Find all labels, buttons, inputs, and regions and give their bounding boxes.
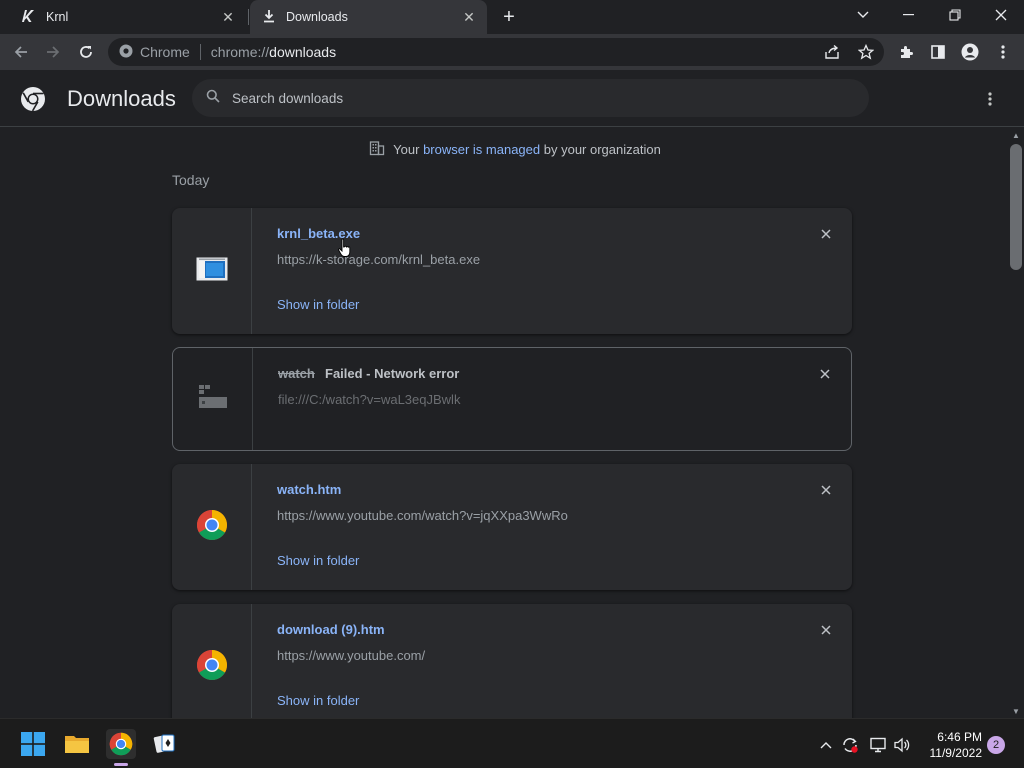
downloads-header: Downloads Search downloads — [0, 70, 1024, 127]
profile-avatar-icon[interactable] — [957, 39, 983, 65]
remove-download-close-icon[interactable] — [818, 226, 834, 242]
clock-time: 6:46 PM — [937, 730, 982, 744]
managed-text: Your browser is managed by your organiza… — [393, 142, 661, 157]
managed-pre: Your — [393, 142, 420, 157]
volume-speaker-icon[interactable] — [892, 735, 912, 755]
generic-file-icon — [198, 384, 228, 415]
download-item: download (9).htm https://www.youtube.com… — [172, 604, 852, 718]
windows-taskbar: 6:46 PM 11/9/2022 2 — [0, 718, 1024, 768]
download-filename-link[interactable]: download (9).htm — [277, 622, 385, 637]
download-item: krnl_beta.exe https://k-storage.com/krnl… — [172, 208, 852, 334]
download-status-text: Failed - Network error — [325, 366, 460, 381]
file-icon-column — [172, 464, 252, 590]
search-downloads-input[interactable]: Search downloads — [192, 79, 869, 117]
sync-status-icon[interactable] — [840, 735, 860, 755]
download-filename-link[interactable]: watch.htm — [277, 482, 341, 497]
tab-close-icon[interactable]: ✕ — [461, 9, 477, 25]
scroll-down-arrow-icon[interactable]: ▼ — [1010, 706, 1022, 716]
remove-download-close-icon[interactable] — [818, 482, 834, 498]
tab-downloads[interactable]: Downloads ✕ — [250, 0, 487, 34]
mouse-hand-cursor-icon — [337, 238, 353, 263]
chrome-logo-icon — [196, 509, 228, 546]
download-source-url[interactable]: file:///C:/watch?v=waL3eqJBwlk — [278, 392, 460, 407]
section-heading-today: Today — [172, 172, 210, 188]
tab-search-chevron-icon[interactable] — [840, 0, 886, 30]
omnibox-divider — [199, 44, 201, 60]
show-in-folder-link[interactable]: Show in folder — [277, 297, 359, 312]
chrome-taskbar-icon[interactable] — [106, 729, 136, 759]
url-text: chrome://downloads — [211, 44, 336, 60]
tab-title: Downloads — [286, 10, 348, 24]
downloads-list: Your browser is managed by your organiza… — [0, 128, 1008, 718]
scroll-up-arrow-icon[interactable]: ▲ — [1010, 130, 1022, 140]
file-explorer-folder-icon[interactable] — [62, 729, 92, 759]
download-source-url[interactable]: https://www.youtube.com/watch?v=jqXXpa3W… — [277, 508, 568, 523]
show-in-folder-link[interactable]: Show in folder — [277, 553, 359, 568]
download-arrow-icon — [262, 9, 276, 26]
tab-title: Krnl — [46, 10, 69, 24]
page-menu-kebab-icon[interactable] — [980, 88, 1000, 110]
download-filename: watch — [278, 366, 315, 381]
taskbar-clock[interactable]: 6:46 PM 11/9/2022 — [920, 729, 983, 761]
remove-download-close-icon[interactable] — [818, 622, 834, 638]
site-label: Chrome — [140, 44, 190, 60]
active-app-indicator — [114, 763, 128, 766]
bookmark-star-icon[interactable] — [857, 43, 875, 63]
share-icon[interactable] — [824, 44, 840, 63]
extensions-puzzle-icon[interactable] — [893, 39, 919, 65]
side-panel-icon[interactable] — [925, 39, 951, 65]
back-arrow-icon[interactable] — [8, 39, 34, 65]
show-hidden-icons-chevron-icon[interactable] — [816, 735, 836, 755]
windows-start-icon[interactable] — [18, 729, 48, 759]
notification-count-badge[interactable]: 2 — [987, 736, 1005, 754]
file-icon-column — [172, 604, 252, 718]
managed-link[interactable]: browser is managed — [423, 142, 540, 157]
page-title: Downloads — [67, 86, 176, 111]
search-placeholder: Search downloads — [232, 90, 344, 106]
menu-kebab-icon[interactable] — [990, 39, 1016, 65]
krnl-k-icon — [20, 8, 36, 27]
chrome-page-icon — [118, 43, 134, 62]
file-icon-column — [173, 348, 253, 450]
forward-arrow-icon[interactable] — [40, 39, 66, 65]
file-icon-column — [172, 208, 252, 334]
browser-toolbar: Chrome chrome://downloads — [0, 34, 1024, 70]
remove-download-close-icon[interactable] — [817, 366, 833, 382]
show-in-folder-link[interactable]: Show in folder — [277, 693, 359, 708]
network-monitor-icon[interactable] — [868, 735, 888, 755]
url-prefix: chrome:// — [210, 44, 270, 60]
address-bar[interactable]: Chrome chrome://downloads — [108, 38, 884, 66]
solitaire-cards-icon[interactable] — [150, 729, 180, 759]
download-item-failed: watch Failed - Network error file:///C:/… — [172, 347, 852, 451]
close-window-icon[interactable] — [978, 0, 1024, 30]
managed-post: by your organization — [543, 142, 661, 157]
download-source-url[interactable]: https://k-storage.com/krnl_beta.exe — [277, 252, 480, 267]
restore-icon[interactable] — [932, 0, 978, 30]
download-item: watch.htm https://www.youtube.com/watch?… — [172, 464, 852, 590]
url-host: downloads — [269, 44, 337, 60]
minimize-icon[interactable] — [886, 0, 932, 30]
scrollbar-thumb[interactable] — [1010, 144, 1022, 270]
clock-date: 11/9/2022 — [929, 746, 983, 760]
building-icon — [369, 140, 385, 159]
tab-close-icon[interactable]: ✕ — [220, 9, 236, 25]
chrome-logo-icon — [196, 649, 228, 686]
reload-icon[interactable] — [73, 39, 99, 65]
tab-strip: Krnl ✕ Downloads ✕ + — [0, 0, 1024, 34]
search-icon — [206, 89, 220, 108]
managed-notice: Your browser is managed by your organiza… — [0, 140, 1008, 159]
new-tab-plus-icon[interactable]: + — [498, 6, 520, 28]
chrome-logo-icon — [20, 86, 46, 117]
download-source-url[interactable]: https://www.youtube.com/ — [277, 648, 425, 663]
exe-window-icon — [196, 257, 228, 286]
tab-krnl[interactable]: Krnl ✕ — [0, 0, 246, 34]
tab-separator — [248, 9, 249, 25]
